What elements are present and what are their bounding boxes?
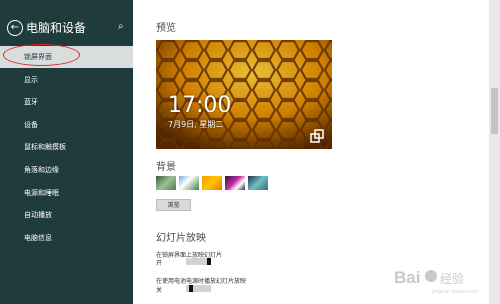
toggle-knob: [207, 258, 211, 265]
svg-text:经验: 经验: [440, 271, 464, 286]
slideshow-battery-toggle[interactable]: [186, 285, 211, 292]
clock-date: 7月9日, 星期二: [168, 120, 224, 129]
sidebar-item-devices[interactable]: 设备: [0, 114, 133, 136]
camera-icon: [310, 129, 324, 143]
vertical-scrollbar[interactable]: [489, 0, 500, 304]
toggle-knob: [189, 285, 193, 292]
sidebar-item-autoplay[interactable]: 自动播放: [0, 204, 133, 226]
thumbnail-1[interactable]: [156, 176, 176, 190]
slideshow-lockscreen-toggle[interactable]: [186, 258, 211, 265]
preview-heading: 预览: [156, 23, 176, 34]
sidebar-item-display[interactable]: 显示: [0, 69, 133, 91]
search-icon[interactable]: ⌕: [118, 21, 124, 32]
scrollbar-thumb[interactable]: [491, 88, 498, 134]
svg-text:Bai: Bai: [394, 268, 420, 287]
main-content: 预览 17:00 7月9日, 星期二 背景 浏览 幻灯片放映 在锁屏界面上放映幻…: [133, 0, 489, 304]
annotation-circle: [3, 44, 80, 66]
thumbnail-4[interactable]: [225, 176, 245, 190]
sidebar-item-mouse-touchpad[interactable]: 鼠标和触摸板: [0, 136, 133, 158]
slideshow-lockscreen-state: 开: [156, 260, 163, 267]
svg-text:jingyan.baidu.com: jingyan.baidu.com: [431, 289, 478, 295]
sidebar-item-bluetooth[interactable]: 蓝牙: [0, 91, 133, 113]
clock-time: 17:00: [168, 93, 232, 118]
slideshow-heading: 幻灯片放映: [156, 233, 206, 244]
lock-screen-preview: 17:00 7月9日, 星期二: [156, 40, 332, 149]
sidebar-item-pc-info[interactable]: 电脑信息: [0, 227, 133, 249]
sidebar-item-corners-edges[interactable]: 角落和边缘: [0, 159, 133, 181]
background-heading: 背景: [156, 162, 176, 173]
background-thumbnails: [156, 176, 271, 190]
sidebar-title: 电脑和设备: [26, 21, 87, 35]
browse-button[interactable]: 浏览: [156, 199, 191, 211]
thumbnail-3[interactable]: [202, 176, 222, 190]
slideshow-battery-state: 关: [156, 287, 163, 294]
thumbnail-5[interactable]: [248, 176, 268, 190]
slideshow-battery-label: 在使用电池电源时播放幻灯片放映: [156, 278, 247, 285]
sidebar-nav: 锁屏界面 显示 蓝牙 设备 鼠标和触摸板 角落和边缘 电源和睡眠 自动播放 电脑…: [0, 46, 133, 249]
baidu-watermark-logo: Bai 经验 jingyan.baidu.com: [394, 268, 478, 295]
back-arrow-icon[interactable]: ←: [7, 20, 23, 36]
sidebar: ← 电脑和设备 ⌕ 锁屏界面 显示 蓝牙 设备 鼠标和触摸板 角落和边缘 电源和…: [0, 0, 133, 304]
thumbnail-2[interactable]: [179, 176, 199, 190]
sidebar-item-power-sleep[interactable]: 电源和睡眠: [0, 182, 133, 204]
